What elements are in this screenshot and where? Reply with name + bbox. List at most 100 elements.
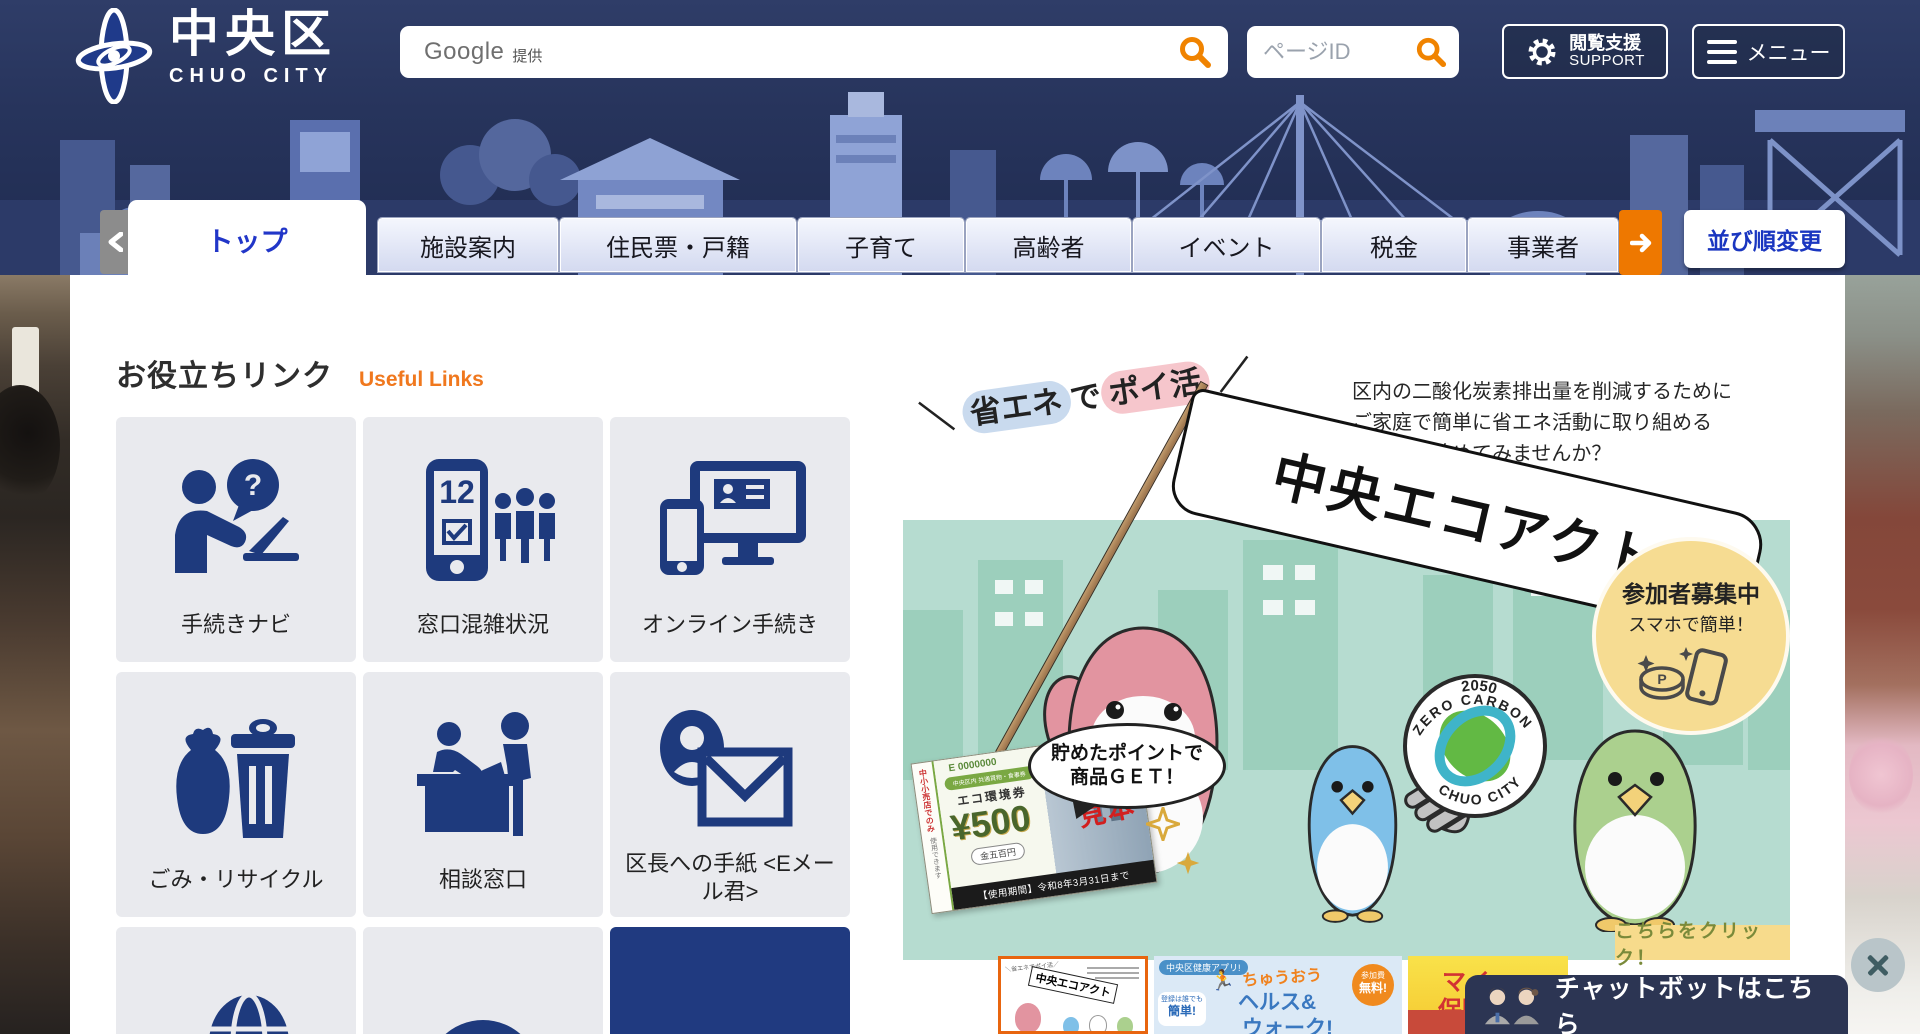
sparkle-icon (1176, 851, 1200, 875)
runner-icon: 🏃 (1210, 968, 1235, 993)
card-garbage-recycle[interactable]: ごみ・リサイクル (116, 672, 356, 917)
tabs-next-arrow[interactable] (1619, 210, 1662, 275)
tagline-energy: 省エネ (959, 378, 1073, 436)
carousel-item-health-walk[interactable]: 中央区健康アプリ! 🏃 ちゅうおう ヘルス& ウォーク! 参加費無料! 登録は誰… (1154, 956, 1402, 1034)
left-background-photo (0, 275, 70, 1034)
support-label-jp: 閲覧支援 (1569, 34, 1645, 53)
tab-tax[interactable]: 税金 (1322, 218, 1466, 272)
description-line: ご家庭で簡単に省エネ活動に取り組める (1352, 408, 1732, 439)
tab-business[interactable]: 事業者 (1468, 218, 1618, 272)
card-counter-congestion[interactable]: 12 窓口混雑状況 (363, 417, 603, 662)
garbage-recycle-icon (161, 710, 311, 842)
badge-line1: 参加者募集中 (1596, 575, 1786, 609)
search-provider-suffix: 提供 (512, 45, 542, 66)
card-partial-globe[interactable] (116, 927, 356, 1034)
svg-text:?: ? (244, 469, 262, 502)
gear-icon (1525, 35, 1559, 69)
card-online-procedure[interactable]: オンライン手続き (610, 417, 850, 662)
tab-label: 事業者 (1507, 228, 1579, 263)
point-coin-phone-icon: P (1636, 643, 1746, 707)
coupon-side-gray: 使用できます (927, 837, 943, 880)
disc-icon (408, 965, 558, 1034)
site-title: 中央区 (169, 8, 337, 61)
tab-label: 住民票・戸籍 (606, 228, 750, 263)
zero-carbon-lightbulb-logo: 2050 ZERO CARBON CHUO CITY (1395, 670, 1550, 885)
bubble-line2: 商品ＧＥＴ！ (1070, 766, 1184, 790)
chatbot-label: チャットボットはこちら (1555, 969, 1830, 1034)
tab-seniors[interactable]: 高齢者 (966, 218, 1131, 272)
counter-congestion-icon: 12 (408, 455, 558, 585)
bubble-line1: 貯めたポイントで (1051, 742, 1203, 766)
card-label: ごみ・リサイクル (116, 866, 356, 895)
tab-facilities[interactable]: 施設案内 (378, 218, 558, 272)
tab-label: 施設案内 (420, 228, 516, 263)
card-label: 窓口混雑状況 (363, 611, 603, 640)
click-here-text: こちらをクリック！ (1615, 916, 1790, 970)
tab-resident-registry[interactable]: 住民票・戸籍 (560, 218, 796, 272)
tagline-close: ／ (1215, 355, 1254, 397)
hamburger-icon (1707, 40, 1737, 64)
tab-events[interactable]: イベント (1133, 218, 1320, 272)
blue-penguin-mascot (1295, 727, 1410, 927)
card-partial-navy[interactable] (610, 927, 850, 1034)
search-icon[interactable] (1178, 35, 1212, 69)
tab-top[interactable]: トップ (128, 200, 366, 276)
chatbot-close-button[interactable] (1851, 938, 1905, 992)
menu-button[interactable]: メニュー (1692, 24, 1845, 79)
site-logo[interactable]: 中央区 CHUO CITY (75, 8, 337, 104)
tab-childcare[interactable]: 子育て (798, 218, 964, 272)
tagline-open: ＼ (917, 397, 956, 439)
card-partial-disc[interactable] (363, 927, 603, 1034)
photo-shadow (0, 385, 60, 505)
click-here-label[interactable]: こちらをクリック！ (1615, 925, 1790, 960)
page-id-input[interactable] (1263, 39, 1383, 65)
sparkle-icon (1146, 807, 1180, 841)
card-label: 相談窓口 (363, 866, 603, 895)
free-badge: 参加費無料! (1352, 964, 1394, 1006)
tagline-mid: で (1068, 378, 1104, 417)
points-speech-bubble: 貯めたポイントで 商品ＧＥＴ！ (1028, 723, 1226, 809)
card-consultation[interactable]: 相談窓口 (363, 672, 603, 917)
right-arrow-icon (1630, 233, 1652, 253)
free-prefix: 参加費 (1361, 971, 1385, 980)
tabs-prev-arrow[interactable] (100, 210, 130, 274)
carousel-item-eco-act[interactable]: ＼省エネでポイ活／ 中央エコアクト (998, 956, 1148, 1034)
accessibility-support-button[interactable]: 閲覧支援 SUPPORT (1502, 24, 1668, 79)
online-procedure-icon (650, 455, 810, 585)
card-procedure-navi[interactable]: ? 手続きナビ (116, 417, 356, 662)
menu-label: メニュー (1747, 37, 1831, 67)
health-title-main2: ウォーク! (1242, 1012, 1333, 1034)
green-penguin-mascot (1555, 717, 1715, 932)
mail-to-mayor-icon (650, 710, 810, 836)
eco-act-campaign-banner[interactable]: ＼ 省エネでポイ活 ／ 区内の二酸化炭素排出量を削減するために ご家庭で簡単に省… (900, 355, 1800, 1005)
tab-label: トップ (207, 220, 288, 259)
useful-links-header: お役立ちリンク Useful Links (116, 351, 484, 395)
page-id-search-icon[interactable] (1415, 36, 1447, 68)
left-arrow-icon (107, 232, 123, 252)
chatbot-button[interactable]: チャットボットはこちら (1465, 975, 1848, 1034)
easy-prefix: 登録は誰でも (1161, 996, 1203, 1003)
easy-badge: 登録は誰でも簡単! (1158, 992, 1206, 1026)
tab-label: 高齢者 (1013, 228, 1085, 263)
site-search-input[interactable]: Google 提供 (400, 26, 1228, 78)
card-mail-to-mayor[interactable]: 区長への手紙 <Eメール君> (610, 672, 850, 917)
chuo-city-emblem-icon (75, 8, 153, 104)
site-header: 中央区 CHUO CITY Google 提供 (0, 0, 1920, 275)
page-id-search (1247, 26, 1459, 78)
useful-links-grid: ? 手続きナビ 12 (116, 417, 858, 1034)
tab-label: 子育て (845, 228, 917, 263)
procedure-navi-icon: ? (161, 455, 311, 585)
coupon-side-red: 中小小売店でのみ (917, 768, 937, 833)
recruiting-badge: 参加者募集中 スマホで簡単！ P (1592, 537, 1790, 735)
useful-links-subtitle: Useful Links (359, 368, 484, 392)
cherry-blossom (1849, 735, 1913, 815)
svg-text:12: 12 (439, 474, 475, 510)
free-big: 無料! (1359, 981, 1387, 995)
card-label: オンライン手続き (610, 611, 850, 640)
search-provider-label: Google (424, 38, 504, 66)
site-title-en: CHUO CITY (169, 65, 337, 88)
coin-p-label: P (1657, 671, 1666, 687)
easy-big: 簡単! (1168, 1004, 1196, 1018)
right-background-photo (1845, 275, 1920, 1034)
sort-order-button[interactable]: 並び順変更 (1684, 210, 1845, 268)
